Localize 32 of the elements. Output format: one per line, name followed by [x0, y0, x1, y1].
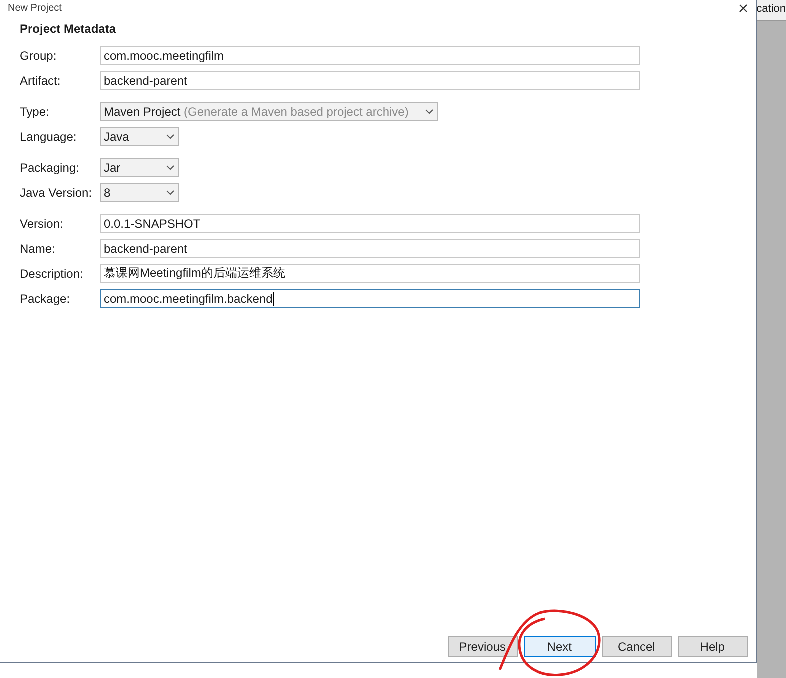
caret-icon	[166, 190, 175, 196]
text-field[interactable]: 0.0.1-SNAPSHOT	[100, 214, 640, 233]
section-title: Project Metadata	[20, 22, 118, 36]
text-field[interactable]: com.mooc.meetingfilm.backend	[100, 289, 640, 308]
dialog-button[interactable]: Help	[678, 636, 748, 657]
field-label: Type:	[20, 104, 50, 118]
background-window-text: cation	[756, 0, 786, 21]
window-title: New Project	[8, 2, 62, 14]
text-field[interactable]: com.mooc.meetingfilm	[100, 46, 640, 65]
text-field[interactable]: 慕课网Meetingfilm的后端运维系统	[100, 264, 640, 283]
field-label: Artifact:	[20, 74, 62, 88]
dropdown[interactable]: Maven Project (Generate a Maven based project archive)	[100, 102, 438, 121]
caret-icon	[166, 164, 175, 170]
caret-icon	[166, 134, 175, 140]
field-label: Packaging:	[20, 160, 80, 174]
field-label: Group:	[20, 48, 58, 62]
dropdown[interactable]: 8	[100, 183, 179, 202]
field-label: Package:	[20, 292, 72, 306]
field-label: Java Version:	[20, 186, 94, 200]
dialog-button[interactable]: Previous	[448, 636, 518, 657]
field-label: Version:	[20, 216, 64, 230]
dropdown[interactable]: Jar	[100, 158, 179, 177]
field-label: Language:	[20, 130, 78, 144]
text-field[interactable]: backend-parent	[100, 71, 640, 90]
caret-icon	[425, 108, 434, 114]
field-label: Name:	[20, 242, 56, 256]
dropdown[interactable]: Java	[100, 127, 179, 146]
close-icon[interactable]	[738, 4, 748, 12]
dialog-button[interactable]: Next	[524, 636, 596, 657]
text-field[interactable]: backend-parent	[100, 239, 640, 258]
field-label: Description:	[20, 266, 84, 280]
dialog-button[interactable]: Cancel	[602, 636, 672, 657]
